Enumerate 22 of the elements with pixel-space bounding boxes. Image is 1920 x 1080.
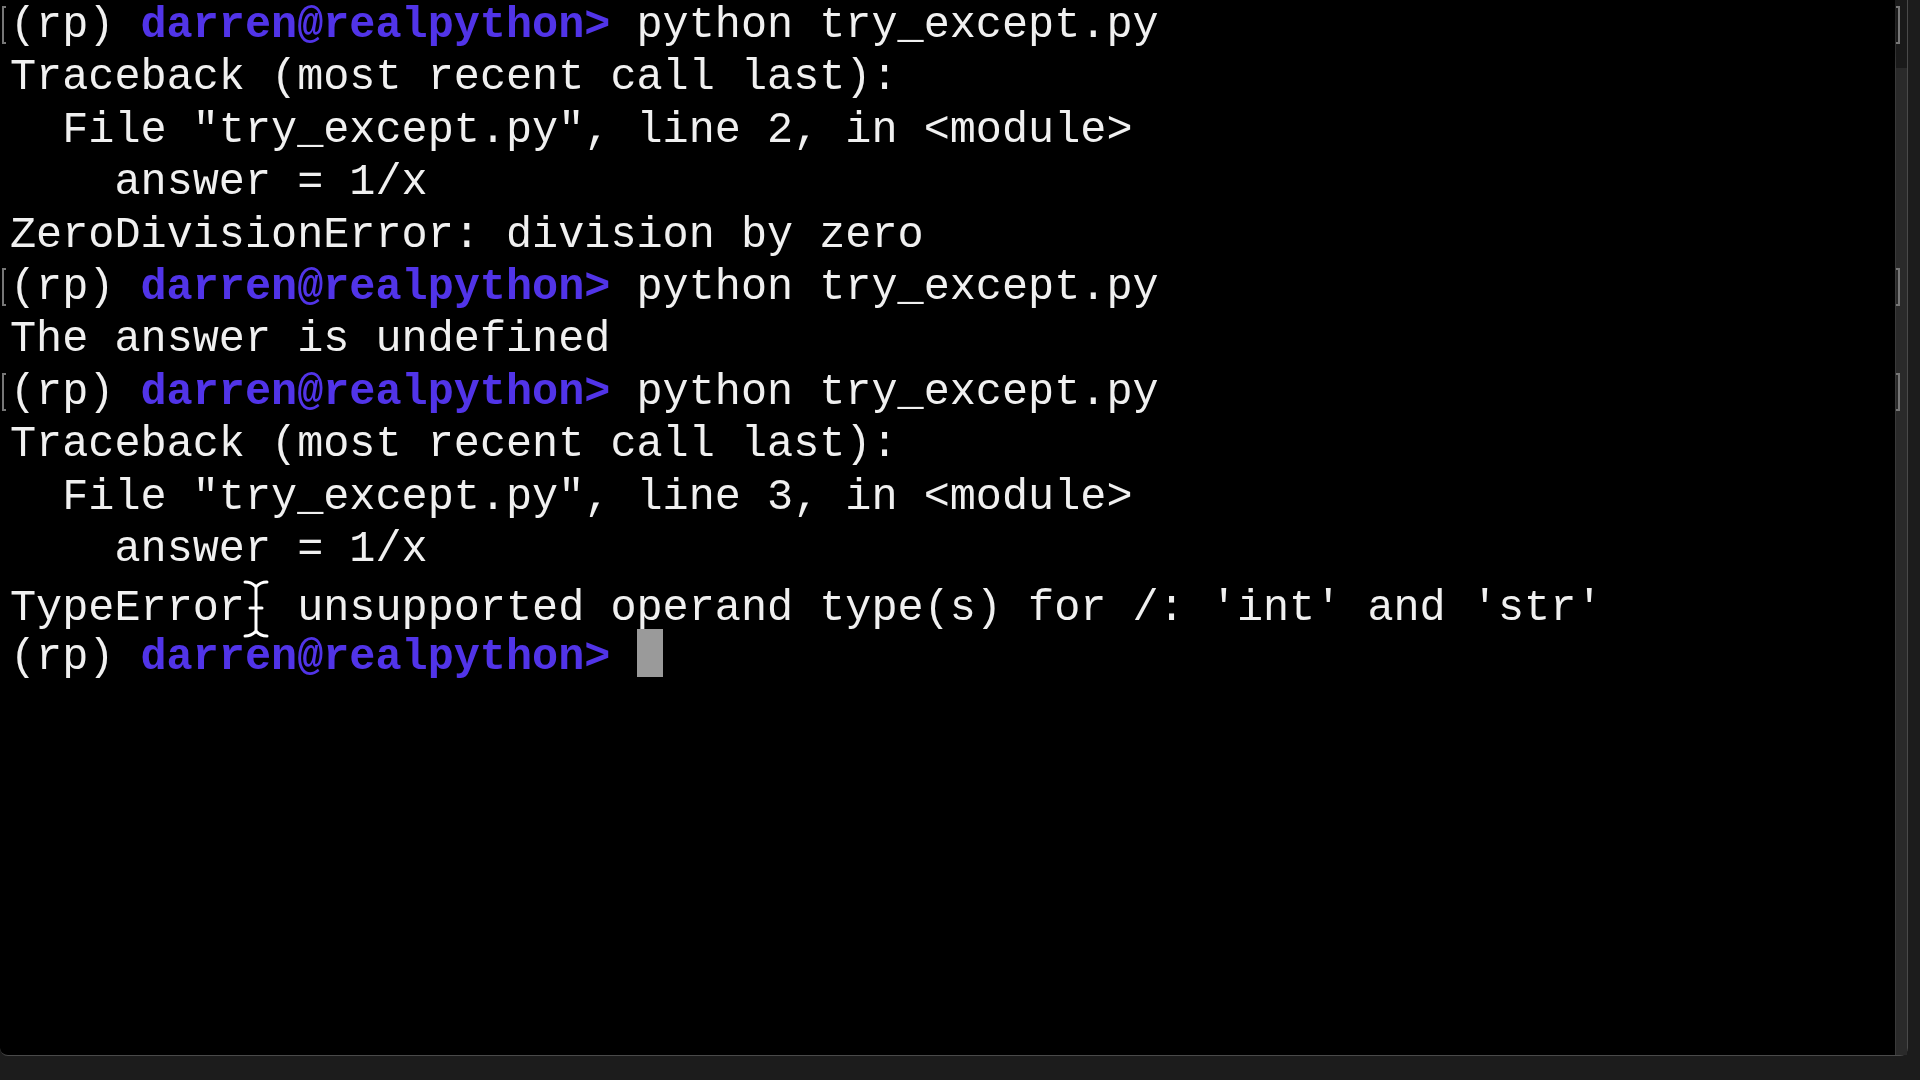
prompt-env: (rp)	[10, 262, 115, 312]
prompt-env: (rp)	[10, 1, 115, 50]
prompt-user: darren@realpython>	[140, 262, 611, 312]
output-text: answer = 1/x	[113, 524, 428, 574]
output-text: TypeError	[10, 583, 245, 633]
command-text: python try_except.py	[636, 262, 1159, 312]
output-text: File "try_except.py", line 2, in <module>	[61, 105, 1133, 155]
output-text: ZeroDivisionError: division by zero	[10, 210, 924, 260]
prompt-user: darren@realpython>	[140, 367, 611, 417]
prompt-env: (rp)	[10, 632, 115, 682]
output-text: Traceback (most recent call last):	[10, 420, 898, 470]
prompt-user: darren@realpython>	[140, 1, 611, 50]
output-text: answer = 1/x	[113, 158, 428, 208]
scrollbar[interactable]	[1895, 0, 1907, 1055]
output-text: The answer is undefined	[10, 315, 611, 365]
output-text: Traceback (most recent call last):	[10, 53, 898, 103]
output-text: unsupported operand type(s) for /: 'int' and 'str'	[297, 583, 1603, 633]
command-text: python try_except.py	[636, 367, 1159, 417]
prompt-env: (rp)	[10, 367, 115, 417]
output-text: File "try_except.py", line 3, in <module>	[61, 472, 1133, 522]
command-text: python try_except.py	[636, 1, 1159, 50]
prompt-user: darren@realpython>	[140, 632, 611, 682]
